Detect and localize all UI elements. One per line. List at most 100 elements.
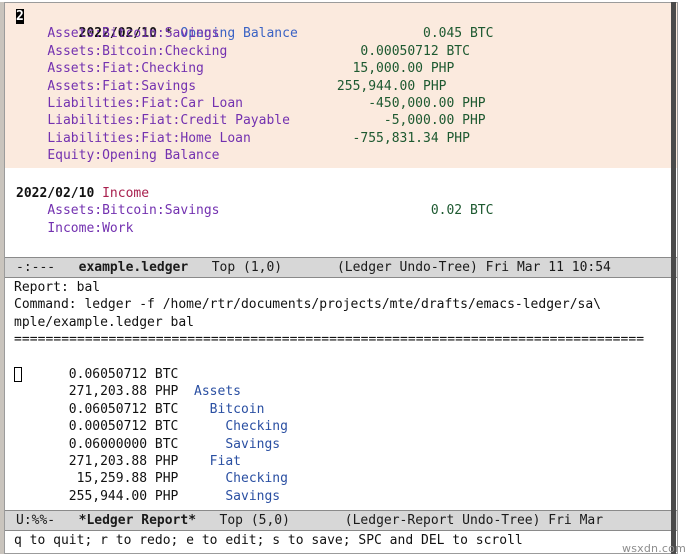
watermark: wsxdn.com (622, 542, 686, 555)
report-title-line: Report: bal (5, 279, 677, 296)
ledger-file-modeline[interactable]: -:--- example.ledger Top (1,0) (Ledger U… (5, 257, 677, 278)
report-amount: 0.06000000 BTC (14, 436, 179, 452)
frame-bottom-edge (0, 554, 692, 558)
modeline-modes: (Ledger-Report Undo-Tree) (344, 513, 541, 528)
ledger-report-window[interactable]: Report: bal Command: ledger -f /home/rtr… (5, 279, 677, 510)
posting-line[interactable]: Assets:Bitcoin:Checking 0.00050712 BTC (5, 43, 677, 60)
report-command-line: Command: ledger -f /home/rtr/documents/p… (5, 296, 677, 313)
posting-account: Assets:Bitcoin:Savings (47, 203, 220, 219)
report-amount: 0.00050712 BTC (14, 419, 179, 435)
posting-indent (16, 79, 47, 94)
posting-line[interactable]: Liabilities:Fiat:Home Loan -755,831.34 P… (5, 130, 677, 147)
transaction-income[interactable]: 2022/02/10 Income Assets:Bitcoin:Savings… (5, 185, 677, 239)
report-label: Report: bal (14, 280, 101, 295)
posting-amount: 0.00050712 BTC (227, 43, 470, 59)
report-account: Bitcoin (178, 401, 265, 417)
report-amount: 0.06050712 BTC (14, 366, 179, 382)
posting-line[interactable]: Assets:Bitcoin:Savings 0.02 BTC (5, 202, 677, 219)
posting-line[interactable]: Liabilities:Fiat:Car Loan -450,000.00 PH… (5, 95, 677, 112)
posting-indent (16, 61, 47, 76)
posting-indent (16, 203, 47, 218)
point-cursor-report (14, 366, 22, 382)
cursor-char: 2 (16, 9, 24, 24)
report-amount: 271,203.88 PHP (14, 453, 179, 469)
ledger-report-modeline[interactable]: U:%%- *Ledger Report* Top (5,0) (Ledger-… (5, 510, 677, 531)
posting-indent (16, 26, 47, 41)
posting-account: Assets:Bitcoin:Savings (47, 26, 220, 42)
modeline-position: Top (5,0) (219, 513, 290, 528)
posting-indent (16, 96, 47, 111)
posting-indent (16, 44, 47, 59)
report-account: Fiat (178, 453, 241, 469)
report-amount: 0.06050712 BTC (14, 401, 179, 417)
modeline-modes: (Ledger Undo-Tree) (336, 260, 478, 275)
modeline-clock: Fri Mar (548, 513, 604, 528)
report-row[interactable]: 255,944.00 PHP Savings (5, 488, 677, 505)
transaction-payee: Income (102, 185, 150, 201)
modeline-position: Top (1,0) (211, 260, 283, 275)
posting-indent (16, 148, 47, 163)
modeline-clock: Fri Mar 11 10:54 (485, 260, 611, 275)
posting-line[interactable]: Liabilities:Fiat:Credit Payable -5,000.0… (5, 112, 677, 129)
command-label: Command: ledger -f /home/rtr/documents/p… (14, 297, 601, 313)
posting-account: Assets:Fiat:Checking (47, 61, 204, 77)
posting-line[interactable]: Assets:Fiat:Checking 15,000.00 PHP (5, 60, 677, 77)
posting-account: Liabilities:Fiat:Home Loan (47, 130, 251, 146)
report-row[interactable]: 0.06000000 BTC Savings (5, 436, 677, 453)
report-account: Savings (178, 488, 281, 504)
posting-amount: -755,831.34 PHP (250, 130, 470, 146)
report-blank-line (5, 349, 677, 366)
report-account: Savings (178, 436, 281, 452)
transaction-header-line[interactable]: 2022/02/10 Income (5, 185, 677, 202)
frame-right-edge (671, 2, 676, 554)
posting-indent (16, 221, 47, 236)
posting-line[interactable]: Equity:Opening Balance (5, 147, 677, 164)
modeline-flags: U:%%- (16, 513, 56, 528)
transaction-opening-balance[interactable]: 2 2022/02/10 * Opening Balance Assets:Bit… (5, 3, 677, 168)
modeline-buffer-name: example.ledger (78, 260, 189, 275)
posting-amount: 0.045 BTC (219, 26, 494, 42)
posting-amount: 0.02 BTC (219, 203, 494, 219)
echo-message: q to quit; r to redo; e to edit; s to sa… (14, 533, 523, 548)
posting-amount: 15,000.00 PHP (203, 61, 455, 77)
posting-line[interactable]: Income:Work (5, 220, 677, 237)
posting-account: Assets:Bitcoin:Checking (47, 43, 228, 59)
ledger-file-window[interactable]: 2 2022/02/10 * Opening Balance Assets:Bit… (5, 3, 677, 257)
posting-account: Equity:Opening Balance (47, 148, 220, 164)
posting-indent (16, 113, 47, 128)
report-row[interactable]: 271,203.88 PHP Assets (5, 383, 677, 400)
posting-account: Liabilities:Fiat:Car Loan (47, 95, 243, 111)
posting-amount: -450,000.00 PHP (242, 95, 486, 111)
report-row[interactable]: 0.06050712 BTC (5, 366, 677, 383)
modeline-buffer-name: *Ledger Report* (78, 513, 197, 528)
posting-line[interactable]: Assets:Bitcoin:Savings 0.045 BTC (5, 25, 677, 42)
posting-line[interactable]: Assets:Fiat:Savings 255,944.00 PHP (5, 78, 677, 95)
modeline-flags: -:--- (16, 260, 56, 275)
report-row[interactable]: 0.06050712 BTC Bitcoin (5, 401, 677, 418)
posting-account: Income:Work (47, 220, 134, 236)
report-row[interactable]: 15,259.88 PHP Checking (5, 470, 677, 487)
posting-amount: 255,944.00 PHP (196, 78, 447, 94)
echo-area[interactable]: q to quit; r to redo; e to edit; s to sa… (5, 531, 677, 553)
report-separator: ========================================… (5, 331, 677, 348)
posting-indent (16, 131, 47, 146)
report-row[interactable]: 0.00050712 BTC Checking (5, 418, 677, 435)
report-row[interactable]: 271,203.88 PHP Fiat (5, 453, 677, 470)
report-amount: 15,259.88 PHP (14, 471, 179, 487)
posting-account: Liabilities:Fiat:Credit Payable (47, 113, 290, 129)
transaction-date: 2022/02/10 (16, 185, 95, 201)
report-amount: 271,203.88 PHP (14, 384, 179, 400)
transaction-header-line[interactable]: 2 2022/02/10 * Opening Balance (5, 8, 677, 41)
emacs-frame: 2 2022/02/10 * Opening Balance Assets:Bit… (4, 2, 678, 554)
posting-amount: -5,000.00 PHP (289, 113, 486, 129)
report-account: Checking (178, 419, 288, 435)
report-account: Assets (178, 384, 241, 400)
separator-text: ========================================… (14, 332, 645, 348)
